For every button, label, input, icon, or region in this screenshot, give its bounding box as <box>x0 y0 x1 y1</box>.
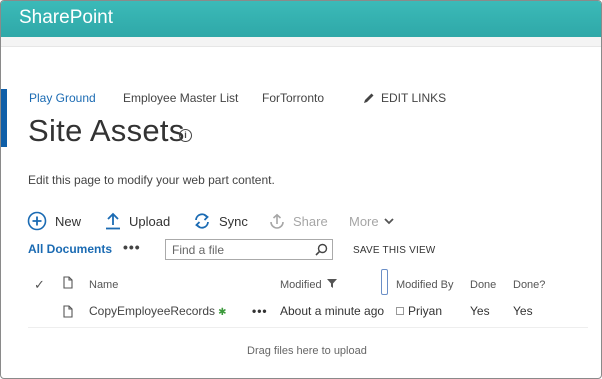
share-icon <box>269 213 285 229</box>
column-resize-handle[interactable] <box>381 269 388 295</box>
upload-label: Upload <box>129 213 171 229</box>
presence-icon <box>396 307 404 315</box>
ribbon-bar <box>1 37 601 47</box>
done-q-value: Yes <box>513 304 533 318</box>
app-brand[interactable]: SharePoint <box>19 7 113 29</box>
search-input[interactable]: Find a file <box>172 243 224 257</box>
column-header-done[interactable]: Done <box>470 279 496 291</box>
filter-icon <box>326 279 337 288</box>
file-type-header-icon[interactable] <box>63 276 73 292</box>
share-button[interactable]: Share <box>269 211 328 231</box>
sharepoint-window: SharePoint Play Ground Employee Master L… <box>0 0 602 379</box>
new-item-icon: ✱ <box>218 307 227 318</box>
file-icon <box>63 305 73 321</box>
list-divider <box>28 327 588 328</box>
nav-item-employee-master-list[interactable]: Employee Master List <box>123 91 238 105</box>
more-label: More <box>349 213 379 229</box>
view-all-documents[interactable]: All Documents <box>28 242 112 256</box>
done-value: Yes <box>470 304 490 318</box>
info-icon[interactable]: i <box>179 129 192 142</box>
page-accent-bar <box>1 89 7 147</box>
upload-icon <box>105 212 121 230</box>
sync-button[interactable]: Sync <box>193 211 248 231</box>
find-file-search[interactable]: Find a file <box>165 239 333 260</box>
column-header-modified[interactable]: Modified <box>280 279 337 291</box>
modified-by-value[interactable]: Priyan <box>396 304 442 318</box>
view-options-ellipsis[interactable]: ••• <box>123 239 141 255</box>
sync-icon <box>193 212 211 230</box>
column-header-done-q[interactable]: Done? <box>513 279 545 291</box>
share-label: Share <box>293 213 328 229</box>
save-this-view-link[interactable]: SAVE THIS VIEW <box>353 245 435 256</box>
new-button[interactable]: New <box>27 211 81 231</box>
nav-item-play-ground[interactable]: Play Ground <box>29 91 96 105</box>
pencil-icon <box>364 93 374 103</box>
select-all-checkmark-icon[interactable]: ✓ <box>34 277 45 293</box>
modified-by-name[interactable]: Priyan <box>408 304 442 318</box>
search-icon[interactable] <box>315 243 328 259</box>
more-button[interactable]: More <box>349 211 394 231</box>
suite-bar: SharePoint <box>1 1 601 37</box>
item-actions-ellipsis[interactable]: ••• <box>252 304 268 318</box>
nav-item-fortorronto[interactable]: ForTorronto <box>262 91 324 105</box>
table-row[interactable]: CopyEmployeeRecords ✱ <box>89 304 226 318</box>
sync-label: Sync <box>219 213 248 229</box>
column-header-modified-by[interactable]: Modified By <box>396 279 453 291</box>
document-name-link[interactable]: CopyEmployeeRecords <box>89 304 215 318</box>
chevron-down-icon <box>383 217 394 225</box>
column-header-name[interactable]: Name <box>89 279 118 291</box>
page-title: Site Assets <box>28 113 185 148</box>
web-part-edit-note: Edit this page to modify your web part c… <box>28 173 275 187</box>
edit-links-label: EDIT LINKS <box>381 91 447 105</box>
drag-upload-hint[interactable]: Drag files here to upload <box>247 345 367 357</box>
new-label: New <box>55 213 82 229</box>
column-header-modified-label: Modified <box>280 279 322 291</box>
plus-circle-icon <box>27 211 47 231</box>
modified-value: About a minute ago <box>280 304 385 318</box>
upload-button[interactable]: Upload <box>105 211 170 231</box>
